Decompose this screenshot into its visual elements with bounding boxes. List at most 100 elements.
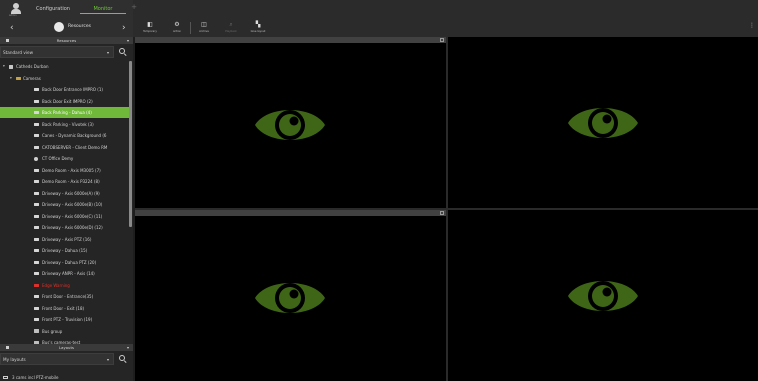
tree-item-camera[interactable]: Front PTZ - Truvision (19) bbox=[0, 314, 129, 325]
camera-icon bbox=[34, 122, 39, 126]
resource-search-icon[interactable] bbox=[117, 46, 129, 58]
toolbar-button-icon: ◫ bbox=[201, 21, 207, 28]
tree-item-label: Driveway - Axis 6000e(B) (10) bbox=[42, 202, 103, 207]
tab-monitor[interactable]: Monitor bbox=[80, 5, 126, 14]
resources-label[interactable]: Resources bbox=[68, 24, 91, 29]
tree-item-camera[interactable]: Driveway - Axis 6000e(B) (10) bbox=[0, 199, 129, 210]
layout-item-label: 3 cams incl PTZ-mobile bbox=[12, 375, 59, 380]
left-panel: Resources ▾ Standard view ▾ ▾ Catheds Dur… bbox=[0, 37, 133, 381]
camera-tile[interactable] bbox=[447, 37, 758, 208]
server-icon bbox=[9, 64, 13, 69]
layouts-panel-header[interactable]: Layouts ▾ bbox=[0, 344, 133, 351]
toolbar-button-0[interactable]: ◧ Temporary bbox=[138, 20, 162, 36]
eye-icon bbox=[567, 280, 638, 311]
maximize-icon[interactable] bbox=[439, 211, 444, 215]
tree-item-label: Driveway - Axis PTZ (16) bbox=[42, 236, 92, 242]
add-tab-button[interactable]: + bbox=[131, 3, 137, 12]
resources-panel-header[interactable]: Resources ▾ bbox=[0, 37, 133, 44]
layout-grid-icon bbox=[3, 376, 8, 379]
tree-item-camera[interactable]: Driveway - Axis 6000e(D) (12) bbox=[0, 222, 129, 233]
tree-item-label: CATOBSERVER - Client Demo RM bbox=[42, 144, 108, 150]
tree-item-camera[interactable]: Front Door - Entrance(35) bbox=[0, 291, 129, 302]
camera-tile[interactable] bbox=[135, 210, 446, 381]
forward-arrow-icon[interactable]: › bbox=[122, 23, 126, 33]
layout-selector[interactable]: My layouts ▾ bbox=[0, 353, 114, 365]
toolbar-button-label: Playback bbox=[225, 30, 237, 33]
tree-item-label: Back Door Exit IMPRO (2) bbox=[42, 98, 93, 104]
toolbar-button-4[interactable]: ▚ Give layout bbox=[246, 20, 270, 36]
camera-icon bbox=[34, 88, 39, 91]
folder-icon bbox=[16, 76, 21, 80]
tree-item-label: Front PTZ - Truvision (19) bbox=[42, 317, 93, 322]
camera-icon bbox=[34, 111, 39, 114]
user-name: admin bbox=[9, 14, 17, 17]
camera-tile[interactable] bbox=[447, 210, 758, 381]
resources-icon bbox=[54, 22, 64, 32]
tree-item-camera[interactable]: Driveway - Dahua (15) bbox=[0, 245, 129, 256]
layouts-panel-title: Layouts bbox=[59, 345, 74, 350]
tile-title-bar[interactable] bbox=[135, 37, 446, 43]
collapse-icon[interactable]: ▾ bbox=[127, 344, 129, 351]
tree-item-label: Driveway - Dahua PTZ (20) bbox=[42, 259, 97, 265]
tree-item-camera[interactable]: CATOBSERVER - Client Demo RM bbox=[0, 142, 129, 153]
tree-item-camera[interactable]: Edge Warning bbox=[0, 280, 129, 291]
camera-icon bbox=[34, 203, 39, 206]
toolbar-button-1[interactable]: ⚙ Action bbox=[165, 20, 189, 36]
camera-icon bbox=[34, 191, 39, 195]
expand-caret-icon[interactable]: ▾ bbox=[10, 73, 12, 84]
eye-icon bbox=[255, 109, 326, 140]
tree-item-label: Driveway ANPR - Axis (14) bbox=[42, 271, 95, 276]
tree-item-label: Catheds Durban bbox=[16, 64, 49, 69]
resource-tree: ▾ Catheds Durban ▾ Cameras Back Door Entranc… bbox=[0, 61, 133, 345]
tree-item-label: Driveway - Axis 6000e(D) (12) bbox=[42, 225, 103, 230]
layout-search-icon[interactable] bbox=[117, 353, 129, 365]
tree-item-label: Demo Room - Axis P3224 (8) bbox=[42, 179, 100, 184]
expand-caret-icon[interactable]: ▾ bbox=[3, 61, 5, 72]
tree-item-camera[interactable]: Back Door Entrance IMPRO (1) bbox=[0, 84, 129, 95]
camera-icon bbox=[34, 249, 39, 252]
maximize-icon[interactable] bbox=[439, 38, 444, 42]
camera-tile[interactable] bbox=[135, 37, 446, 208]
tree-item-camera[interactable]: Driveway - Axis 6000e(C) (11) bbox=[0, 211, 129, 222]
tree-item-group[interactable]: Bus group bbox=[0, 326, 129, 337]
toolbar-button-label: Archive bbox=[199, 30, 209, 33]
tree-item-label: Edge Warning bbox=[42, 282, 70, 288]
toolbar-button-3[interactable]: ⌕ Playback bbox=[219, 20, 243, 36]
tree-item-label: CT Office Demy bbox=[42, 156, 74, 161]
camera-icon bbox=[34, 295, 39, 298]
tree-item-folder[interactable]: ▾ Cameras bbox=[0, 73, 129, 84]
camera-icon bbox=[34, 145, 39, 149]
more-options-icon[interactable]: ⋮ bbox=[749, 22, 755, 29]
tree-item-camera[interactable]: Back Parking - Dahua (4) bbox=[0, 107, 129, 118]
camera-icon bbox=[34, 260, 39, 264]
collapse-icon[interactable]: ▾ bbox=[127, 37, 129, 44]
eye-icon bbox=[255, 282, 326, 313]
tree-item-camera[interactable]: Demo Room - Axis P3224 (8) bbox=[0, 176, 129, 187]
toolbar-button-label: Temporary bbox=[143, 30, 157, 33]
toolbar-button-icon: ▚ bbox=[255, 21, 261, 28]
tree-item-label: Back Door Entrance IMPRO (1) bbox=[42, 87, 103, 92]
top-left-area: admin Configuration Monitor + ‹ Resource… bbox=[0, 0, 137, 37]
toolbar-button-2[interactable]: ◫ Archive bbox=[192, 20, 216, 36]
camera-icon bbox=[34, 168, 39, 172]
tree-item-label: Bus group bbox=[42, 328, 63, 334]
tree-item-camera[interactable]: Demo Room - Axis M3005 (7) bbox=[0, 165, 129, 176]
tree-item-camera[interactable]: Driveway ANPR - Axis (14) bbox=[0, 268, 129, 279]
tree-item-server[interactable]: ▾ Catheds Durban bbox=[0, 61, 129, 72]
tree-item-camera[interactable]: Driveway - Dahua PTZ (20) bbox=[0, 257, 129, 268]
tree-item-camera[interactable]: Driveway - Axis PTZ (16) bbox=[0, 234, 129, 245]
ptz-icon bbox=[34, 156, 38, 161]
tree-item-camera[interactable]: Back Parking - Vivotek (3) bbox=[0, 119, 129, 130]
back-arrow-icon[interactable]: ‹ bbox=[10, 23, 14, 33]
tree-item-camera[interactable]: CT Office Demy bbox=[0, 153, 129, 164]
tree-item-camera[interactable]: Canes - Dynamic Background (6 bbox=[0, 130, 129, 141]
tree-item-camera[interactable]: Driveway - Axis 6000e(A) (9) bbox=[0, 188, 129, 199]
layout-item[interactable]: 3 cams incl PTZ-mobile bbox=[0, 374, 133, 381]
tree-scrollbar[interactable] bbox=[129, 61, 132, 227]
tab-configuration[interactable]: Configuration bbox=[33, 5, 73, 14]
tree-item-camera[interactable]: Back Door Exit IMPRO (2) bbox=[0, 96, 129, 107]
tree-item-camera[interactable]: Front Door - Exit (18) bbox=[0, 303, 129, 314]
view-selector[interactable]: Standard view ▾ bbox=[0, 46, 114, 58]
toolbar-button-icon: ⌕ bbox=[229, 21, 233, 28]
tile-title-bar[interactable] bbox=[135, 210, 446, 216]
